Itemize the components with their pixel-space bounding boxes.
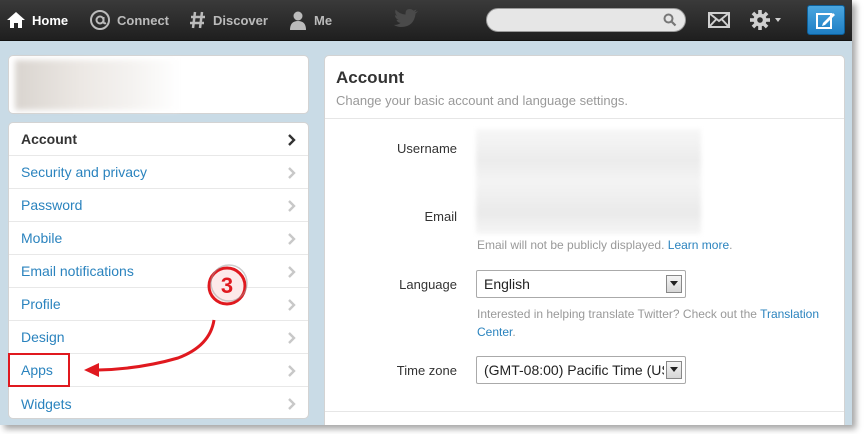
dropdown-button[interactable] [666,361,682,379]
person-icon [290,11,306,30]
timezone-select[interactable]: (GMT-08:00) Pacific Time (US [476,356,686,384]
step-number-badge: 3 [203,262,251,315]
chevron-down-icon [670,281,678,286]
nav-home-label: Home [32,12,69,28]
chevron-right-icon [288,332,296,344]
language-label: Language [399,277,457,292]
language-select[interactable]: English [476,270,686,298]
email-hint-period: . [729,238,733,252]
chevron-down-icon [670,367,678,372]
search-icon[interactable] [663,13,677,27]
search-input[interactable] [497,9,661,33]
compose-tweet-button[interactable] [807,5,845,35]
sidebar-item-design[interactable]: Design [9,321,308,354]
page-title: Account [336,68,404,87]
home-icon [7,12,25,28]
top-navigation-bar: Home Connect Discover Me [0,0,852,41]
step-number: 3 [221,273,233,298]
page-subtitle: Change your basic account and language s… [336,93,628,108]
email-hint-text: Email will not be publicly displayed. [477,238,665,252]
at-icon [90,10,110,30]
sidebar-item-label: Account [21,131,77,147]
nav-me-label: Me [314,12,333,28]
chevron-right-icon [288,299,296,311]
sidebar-item-label: Email notifications [21,263,134,279]
nav-connect-label: Connect [117,12,169,28]
chevron-right-icon [288,134,296,146]
translation-hint-period: . [512,325,516,339]
apps-highlight-box [8,353,70,387]
profile-card[interactable] [8,55,309,114]
learn-more-link[interactable]: Learn more [668,238,729,252]
gear-icon [750,10,781,30]
email-label: Email [424,209,457,224]
sidebar-item-widgets[interactable]: Widgets [9,387,308,418]
sidebar-item-security-and-privacy[interactable]: Security and privacy [9,156,308,189]
search-box[interactable] [486,8,686,33]
sidebar-item-mobile[interactable]: Mobile [9,222,308,255]
chevron-right-icon [288,365,296,377]
chevron-right-icon [288,398,296,410]
nav-discover[interactable]: Discover [189,0,268,40]
chevron-right-icon [288,266,296,278]
dropdown-button[interactable] [666,275,682,293]
blurred-username-email-fields [476,129,701,234]
panel-header: Account Change your basic account and la… [325,56,844,119]
chevron-right-icon [288,233,296,245]
translation-hint: Interested in helping translate Twitter?… [477,305,837,341]
sidebar-item-email-notifications[interactable]: Email notifications [9,255,308,288]
chevron-right-icon [288,200,296,212]
sidebar-item-label: Design [21,329,65,345]
nav-connect[interactable]: Connect [89,0,169,40]
translation-hint-text: Interested in helping translate Twitter?… [477,307,757,321]
bird-icon[interactable] [393,8,419,30]
sidebar-item-profile[interactable]: Profile [9,288,308,321]
chevron-right-icon [288,167,296,179]
mail-icon[interactable] [708,12,730,28]
timezone-selected-value: (GMT-08:00) Pacific Time (US [484,362,664,378]
username-label: Username [397,141,457,156]
sidebar-item-label: Security and privacy [21,164,148,180]
sidebar-item-password[interactable]: Password [9,189,308,222]
nav-discover-label: Discover [213,12,268,28]
nav-me[interactable]: Me [288,0,332,40]
timezone-label: Time zone [396,363,457,378]
compose-icon [816,13,835,29]
account-settings-panel: Account Change your basic account and la… [324,55,845,425]
hash-icon [190,11,205,29]
browser-frame: Home Connect Discover Me Account Securit… [0,0,852,425]
sidebar-item-label: Mobile [21,230,63,246]
sidebar-item-label: Profile [21,296,61,312]
section-divider [325,411,844,412]
sidebar-item-label: Widgets [21,395,72,412]
sidebar-item-account[interactable]: Account [9,123,308,156]
language-selected-value: English [484,276,530,292]
sidebar-item-label: Password [21,197,83,213]
settings-menu[interactable] [749,9,783,36]
email-hint: Email will not be publicly displayed. Le… [477,236,733,254]
nav-home[interactable]: Home [6,0,68,40]
blurred-profile-info [15,60,180,110]
